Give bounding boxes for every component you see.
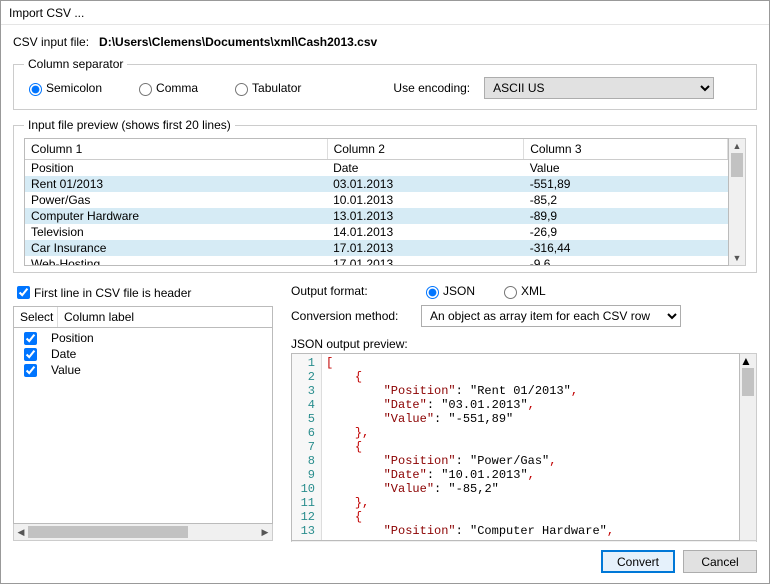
input-preview-group: Input file preview (shows first 20 lines… [13, 118, 757, 273]
encoding-label: Use encoding: [393, 81, 470, 95]
list-item[interactable]: Value [14, 362, 272, 378]
output-xml-radio[interactable]: XML [499, 283, 546, 299]
separator-semicolon-label: Semicolon [46, 81, 102, 95]
column-separator-legend: Column separator [24, 57, 127, 71]
table-cell: -316,44 [524, 240, 728, 256]
output-json-label: JSON [443, 284, 475, 298]
conversion-method-select[interactable]: An object as array item for each CSV row [421, 305, 681, 327]
table-row[interactable]: Rent 01/201303.01.2013-551,89 [25, 176, 728, 192]
table-cell: Rent 01/2013 [25, 176, 327, 192]
column-list-horizontal-scrollbar[interactable]: ◀ ▶ [13, 524, 273, 541]
scroll-left-icon[interactable]: ◀ [292, 541, 756, 542]
scroll-up-icon[interactable]: ▲ [740, 354, 756, 368]
import-csv-dialog: Import CSV ... CSV input file: D:\Users\… [0, 0, 770, 584]
separator-comma-input[interactable] [139, 83, 152, 96]
preview-header-1[interactable]: Column 1 [25, 139, 327, 160]
first-line-header-checkbox[interactable]: First line in CSV file is header [13, 283, 273, 302]
table-cell: -9.6 [524, 256, 728, 266]
table-row[interactable]: Power/Gas10.01.2013-85,2 [25, 192, 728, 208]
preview-header-2[interactable]: Column 2 [327, 139, 524, 160]
table-cell: 17.01.2013 [327, 240, 524, 256]
column-select-checkbox[interactable] [24, 364, 37, 377]
column-select-checkbox[interactable] [24, 332, 37, 345]
encoding-select[interactable]: ASCII US [484, 77, 714, 99]
separator-comma-radio[interactable]: Comma [134, 80, 198, 96]
table-cell: Car Insurance [25, 240, 327, 256]
table-row[interactable]: Television14.01.2013-26,9 [25, 224, 728, 240]
scroll-thumb[interactable] [742, 368, 754, 396]
list-item[interactable]: Position [14, 330, 272, 346]
table-cell: Position [25, 160, 327, 177]
column-select-checkbox[interactable] [24, 348, 37, 361]
separator-semicolon-input[interactable] [29, 83, 42, 96]
cancel-button[interactable]: Cancel [683, 550, 757, 573]
table-cell: 10.01.2013 [327, 192, 524, 208]
output-format-label: Output format: [291, 284, 421, 298]
scroll-thumb[interactable] [28, 526, 188, 538]
col-list-header-label[interactable]: Column label [58, 307, 272, 327]
table-cell: Television [25, 224, 327, 240]
input-preview-legend: Input file preview (shows first 20 lines… [24, 118, 235, 132]
csv-input-file-path: D:\Users\Clemens\Documents\xml\Cash2013.… [99, 35, 377, 49]
output-json-input[interactable] [426, 286, 439, 299]
table-cell: -551,89 [524, 176, 728, 192]
json-vertical-scrollbar[interactable]: ▲ ▼ [740, 353, 757, 541]
json-output-preview[interactable]: 12345678910111213 [ { "Position": "Rent … [291, 353, 740, 541]
separator-comma-label: Comma [156, 81, 198, 95]
json-preview-label: JSON output preview: [291, 337, 757, 351]
column-list[interactable]: Position Date Value [13, 327, 273, 524]
table-cell: -85,2 [524, 192, 728, 208]
table-cell: Date [327, 160, 524, 177]
table-cell: Computer Hardware [25, 208, 327, 224]
scroll-up-icon[interactable]: ▲ [729, 139, 745, 153]
first-line-header-input[interactable] [17, 286, 30, 299]
convert-button[interactable]: Convert [601, 550, 675, 573]
separator-tabulator-input[interactable] [235, 83, 248, 96]
output-xml-label: XML [521, 284, 546, 298]
window-title: Import CSV ... [1, 1, 769, 25]
col-list-header-select[interactable]: Select [14, 307, 58, 327]
table-row[interactable]: Computer Hardware13.01.2013-89,9 [25, 208, 728, 224]
table-row[interactable]: Car Insurance17.01.2013-316,44 [25, 240, 728, 256]
table-cell: -26,9 [524, 224, 728, 240]
csv-input-file-label: CSV input file: [13, 35, 89, 49]
conversion-method-label: Conversion method: [291, 309, 421, 323]
column-label: Value [51, 363, 81, 377]
table-cell: Power/Gas [25, 192, 327, 208]
table-row[interactable]: PositionDateValue [25, 160, 728, 177]
preview-table[interactable]: Column 1 Column 2 Column 3 PositionDateV… [24, 138, 729, 266]
column-separator-group: Column separator Semicolon Comma Tabulat… [13, 57, 757, 110]
column-label: Position [51, 331, 94, 345]
table-cell: 13.01.2013 [327, 208, 524, 224]
first-line-header-label: First line in CSV file is header [34, 286, 191, 300]
list-item[interactable]: Date [14, 346, 272, 362]
column-label: Date [51, 347, 76, 361]
output-json-radio[interactable]: JSON [421, 283, 475, 299]
table-cell: Value [524, 160, 728, 177]
scroll-left-icon[interactable]: ◀ [14, 524, 28, 540]
table-cell: -89,9 [524, 208, 728, 224]
table-row[interactable]: Web-Hosting17.01.2013-9.6 [25, 256, 728, 266]
separator-tabulator-label: Tabulator [252, 81, 301, 95]
separator-tabulator-radio[interactable]: Tabulator [230, 80, 301, 96]
preview-vertical-scrollbar[interactable]: ▲ ▼ [729, 138, 746, 266]
output-xml-input[interactable] [504, 286, 517, 299]
table-cell: Web-Hosting [25, 256, 327, 266]
table-cell: 17.01.2013 [327, 256, 524, 266]
table-cell: 14.01.2013 [327, 224, 524, 240]
scroll-thumb[interactable] [731, 153, 743, 177]
separator-semicolon-radio[interactable]: Semicolon [24, 80, 102, 96]
scroll-right-icon[interactable]: ▶ [258, 524, 272, 540]
scroll-down-icon[interactable]: ▼ [729, 251, 745, 265]
preview-header-3[interactable]: Column 3 [524, 139, 728, 160]
json-horizontal-scrollbar[interactable]: ◀ ▶ [291, 541, 757, 542]
table-cell: 03.01.2013 [327, 176, 524, 192]
